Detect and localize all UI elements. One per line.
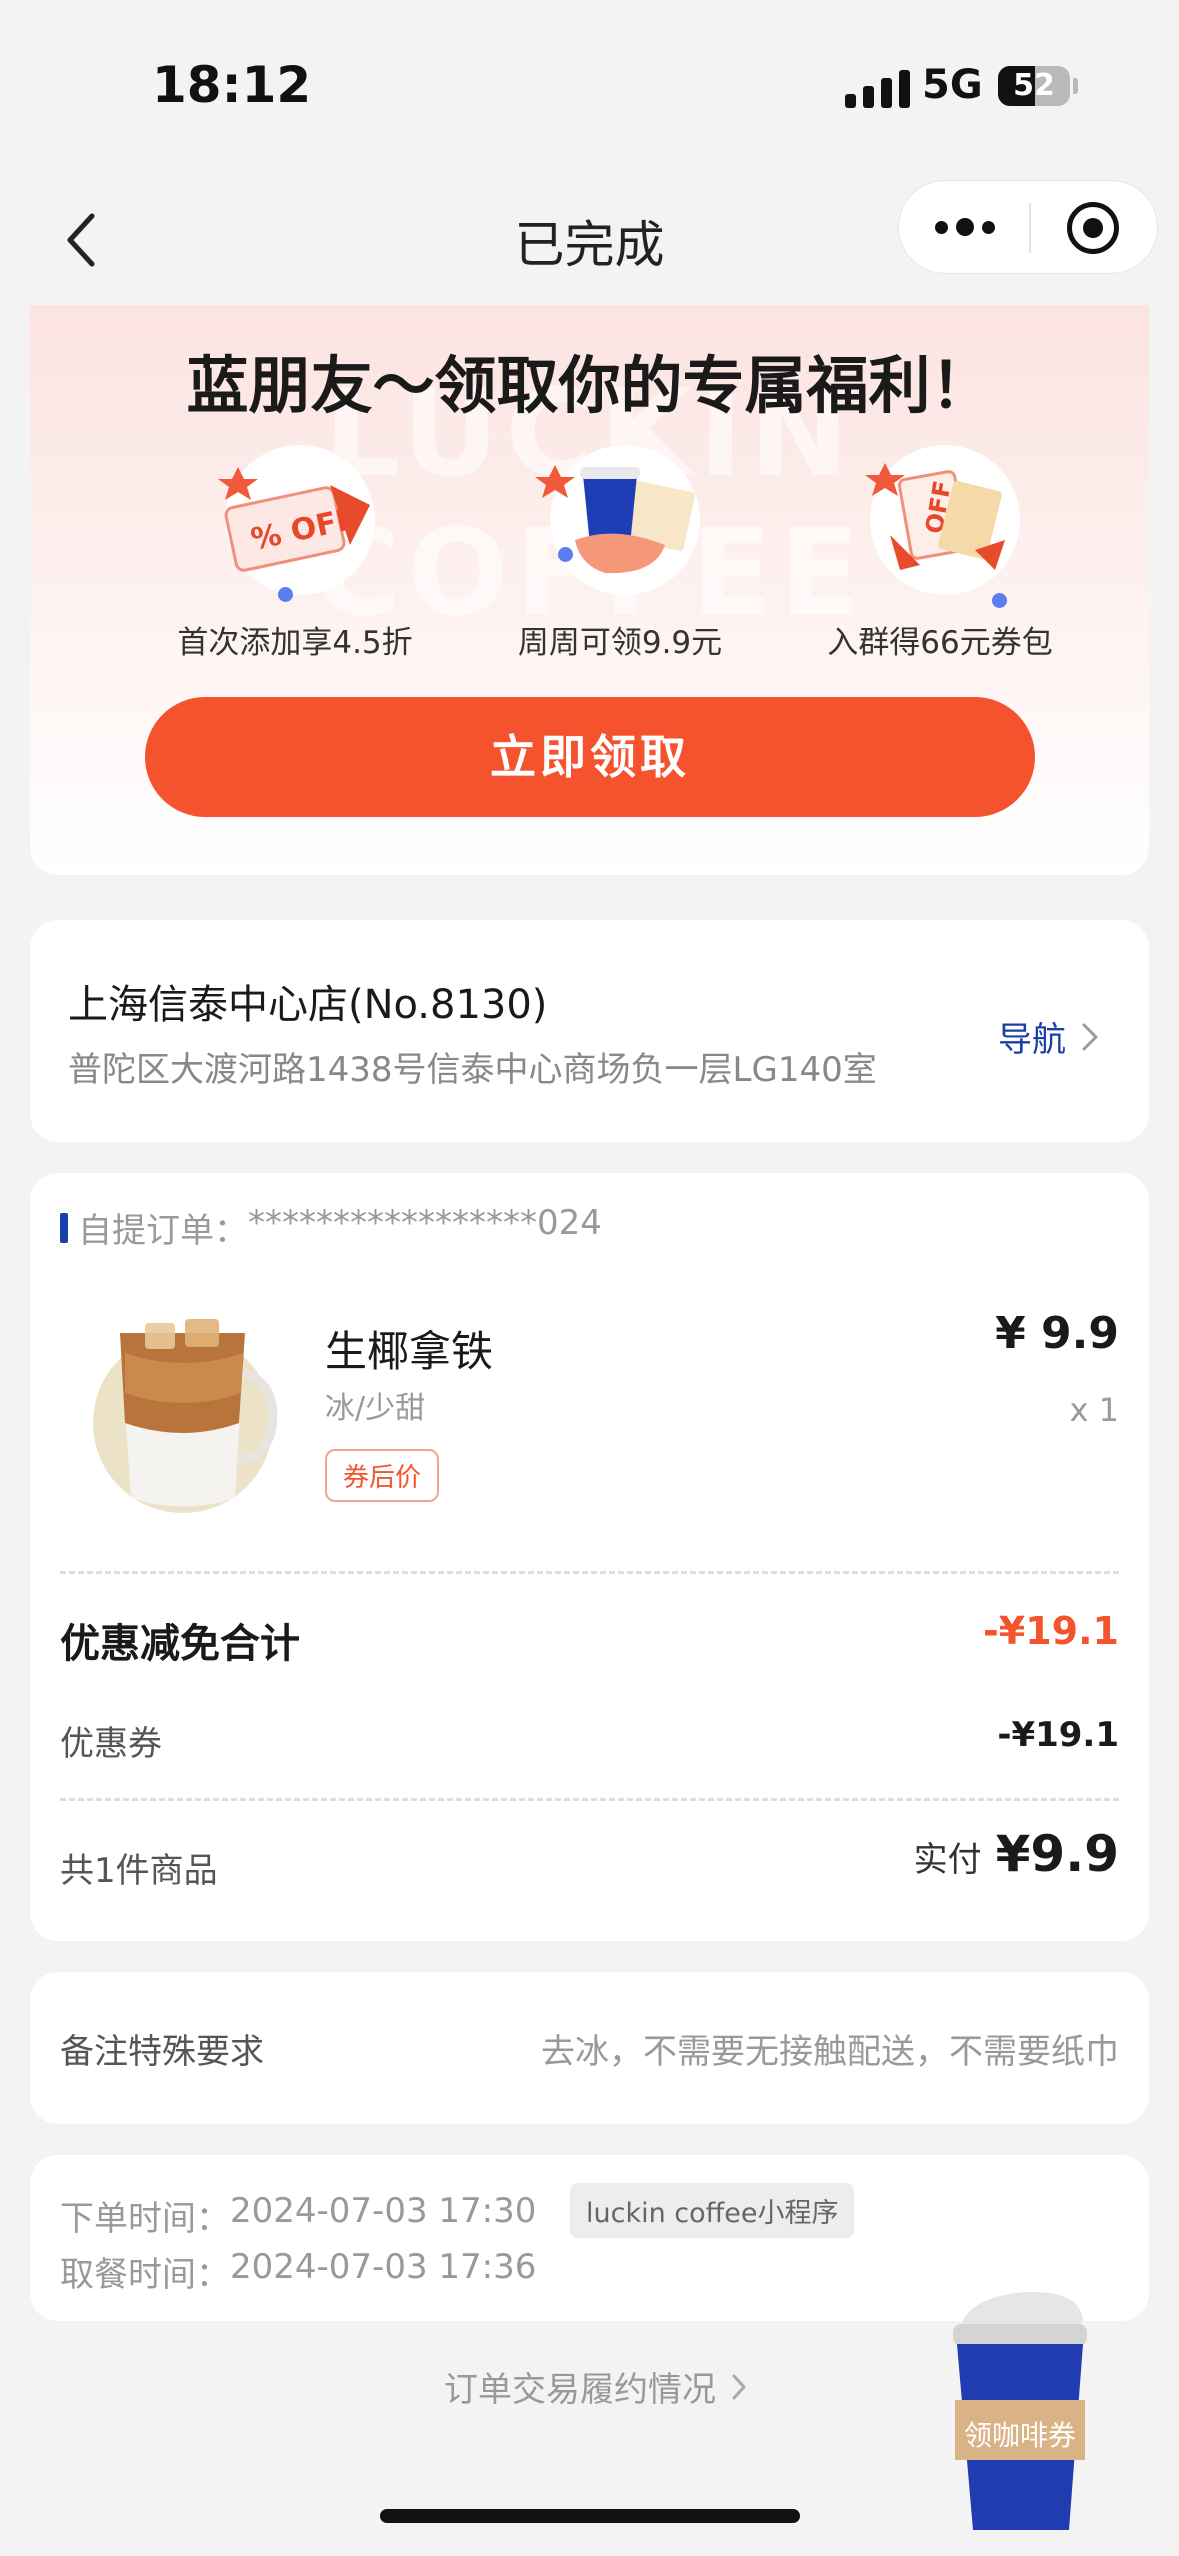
coupon-value: -¥19.1 [997,1715,1119,1755]
product-spec: 冰/少甜 [325,1391,426,1426]
more-dot-icon [935,220,948,234]
capsule-divider [1029,203,1031,253]
channel-badge: luckin coffee小程序 [570,2183,855,2238]
claim-now-button[interactable]: 立即领取 [145,697,1035,817]
benefit-label: 入群得66元券包 [827,625,1053,661]
paid-amount: ¥9.9 [995,1825,1119,1883]
store-address: 普陀区大渡河路1438号信泰中心商场负一层LG140室 [68,1050,877,1090]
chevron-right-icon [1082,1023,1098,1050]
chevron-right-icon [732,2374,746,2399]
navigate-button[interactable]: 导航 [998,1012,1100,1061]
discount-total-value: -¥19.1 [983,1609,1119,1653]
benefit-label: 首次添加享4.5折 [177,625,413,661]
home-indicator [380,2509,800,2523]
coupon-pack-icon: OFF [865,445,1020,595]
order-time: 2024-07-03 17:30 [230,2191,537,2231]
product-image [75,1293,295,1513]
fulfillment-link[interactable]: 订单交易履约情况 [444,2362,748,2411]
miniprogram-capsule [898,180,1158,274]
paid-row: 实付 ¥9.9 [914,1825,1119,1883]
more-dot-icon [956,218,974,236]
benefit-label: 周周可领9.9元 [517,625,723,661]
battery-icon: 52 [998,66,1070,106]
benefit-item[interactable]: 周周可领9.9元 [470,445,770,661]
after-coupon-badge: 券后价 [325,1449,440,1502]
item-count: 共1件商品 [60,1851,218,1891]
product-price: ¥ 9.9 [995,1308,1119,1359]
order-time-row: 下单时间： 2024-07-03 17:30 [60,2191,536,2240]
benefit-item[interactable]: OFF 入群得66元券包 [790,445,1090,661]
order-type-label: 自提订单： [78,1211,248,1251]
more-menu-button[interactable] [935,181,1015,273]
coffee-cup-icon [953,2291,1087,2530]
indicator-dot [558,547,573,562]
order-card: 自提订单： *****************024 生椰拿铁 冰/少甜 券后价… [30,1173,1149,1941]
close-miniprogram-button[interactable] [1067,202,1119,254]
indicator-dot [278,587,293,602]
banner-title: 蓝朋友～领取你的专属福利！ [186,349,993,422]
discount-total-label: 优惠减免合计 [60,1621,300,1667]
divider [60,1798,1119,1801]
network-type: 5G [922,62,983,108]
paid-label: 实付 [913,1840,982,1880]
more-dot-icon [982,220,995,234]
pickup-time: 2024-07-03 17:36 [230,2247,537,2287]
status-time: 18:12 [152,56,312,114]
remark-card: 备注特殊要求 去冰，不需要无接触配送，不需要纸巾 [30,1972,1149,2124]
product-quantity: x 1 [1069,1391,1119,1429]
coupon-label: 优惠券 [60,1724,162,1764]
remark-label: 备注特殊要求 [60,2032,264,2072]
fulfillment-label: 订单交易履约情况 [444,2370,716,2410]
pickup-time-row: 取餐时间： 2024-07-03 17:36 [60,2247,536,2296]
store-card: 上海信泰中心店(No.8130) 普陀区大渡河路1438号信泰中心商场负一层LG… [30,920,1149,1142]
product-name: 生椰拿铁 [325,1327,494,1376]
divider [60,1571,1119,1574]
pickup-time-label: 取餐时间： [60,2255,230,2295]
order-number-row: 自提订单： *****************024 [78,1203,602,1252]
battery-level: 52 [1013,68,1055,103]
indicator-dot [992,593,1007,608]
target-icon [1083,218,1103,238]
order-number: *****************024 [248,1203,602,1243]
float-button-label: 领咖啡券 [963,2419,1076,2452]
remark-value: 去冰，不需要无接触配送，不需要纸巾 [541,2032,1119,2072]
navigate-label: 导航 [998,1020,1066,1060]
section-marker [60,1213,68,1243]
coffee-cup-coupon-icon [535,445,700,595]
off-coupon-icon: % OFF [218,445,375,595]
cellular-signal-icon [845,68,910,108]
battery-tip [1073,78,1078,94]
benefit-item[interactable]: % OFF 首次添加享4.5折 [145,445,445,661]
promo-banner: LUCKIN COFFEE 蓝朋友～领取你的专属福利！ % OFF 首次添加享4… [30,305,1149,875]
coffee-coupon-float-button[interactable]: 领咖啡券 [945,2272,1095,2534]
order-time-label: 下单时间： [60,2199,230,2239]
store-name: 上海信泰中心店(No.8130) [68,982,548,1028]
